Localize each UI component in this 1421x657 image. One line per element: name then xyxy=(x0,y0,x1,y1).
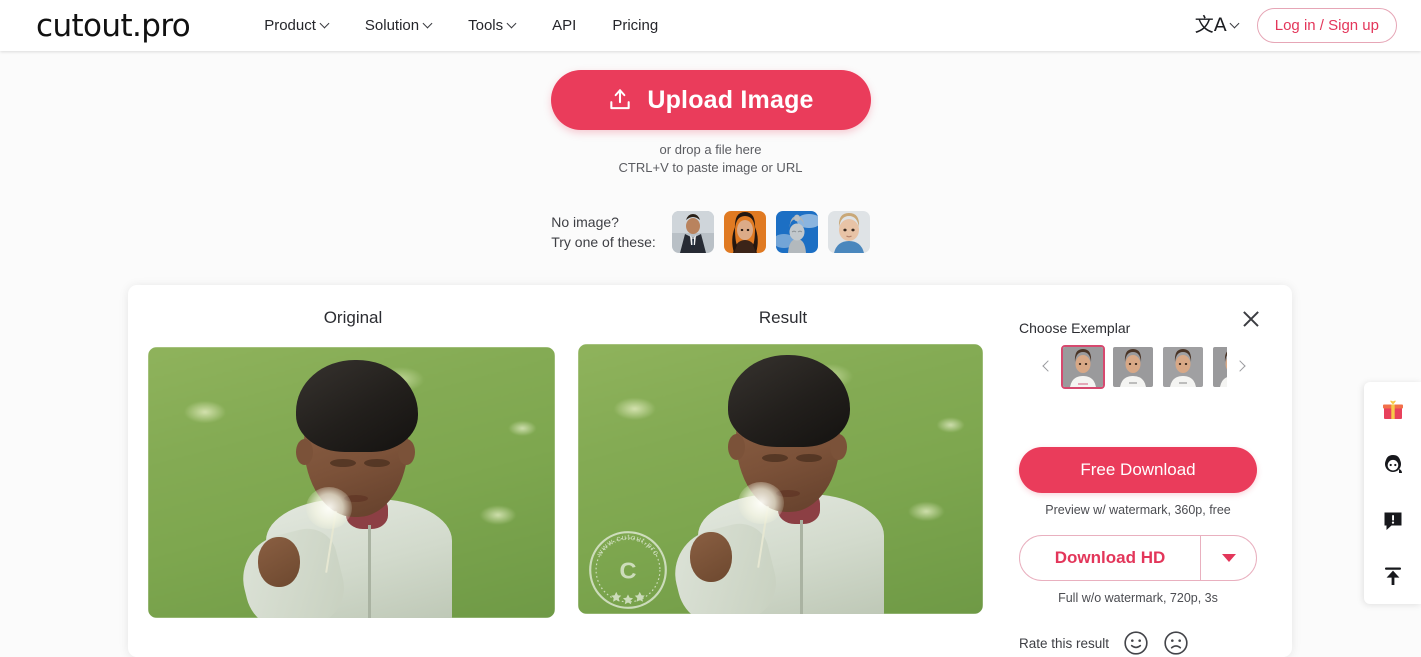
login-signup-button[interactable]: Log in / Sign up xyxy=(1256,8,1397,43)
download-hd-button[interactable]: Download HD xyxy=(1019,535,1257,581)
sample-thumb-statue-sky[interactable] xyxy=(775,211,818,253)
chevron-down-icon xyxy=(508,20,516,28)
sample-prompt-line2: Try one of these: xyxy=(551,234,656,250)
exemplar-item-1[interactable] xyxy=(1061,345,1105,389)
choose-exemplar-title: Choose Exemplar xyxy=(1019,320,1131,336)
nav-item-product[interactable]: Product xyxy=(264,17,329,34)
sample-images-section: No image? Try one of these: xyxy=(0,211,1421,253)
original-image xyxy=(148,347,555,618)
caret-down-icon xyxy=(1221,554,1236,562)
exemplar-4-image xyxy=(1213,347,1227,387)
download-hd-dropdown[interactable] xyxy=(1200,536,1256,580)
free-download-caption: Preview w/ watermark, 360p, free xyxy=(1045,503,1231,517)
nav-item-api[interactable]: API xyxy=(552,17,576,34)
nav-item-pricing[interactable]: Pricing xyxy=(612,17,658,34)
nav-label: API xyxy=(552,17,577,34)
exemplar-item-4[interactable] xyxy=(1211,345,1227,389)
sample-thumbnail-list xyxy=(671,211,870,253)
result-image: C www.cutout.pro xyxy=(578,344,983,614)
original-column-title: Original xyxy=(323,308,383,327)
sample-prompt-line1: No image? xyxy=(551,214,619,230)
result-column-title: Result xyxy=(758,308,808,327)
support-agent-icon[interactable] xyxy=(1378,450,1408,480)
nav-label: Tools xyxy=(468,17,504,34)
sample-thumb-baby[interactable] xyxy=(827,211,870,253)
scroll-to-top-icon[interactable] xyxy=(1378,561,1408,591)
drop-hint-secondary: CTRL+V to paste image or URL xyxy=(618,160,803,175)
nav-label: Solution xyxy=(364,17,420,34)
exemplar-2-image xyxy=(1113,347,1153,387)
upload-icon xyxy=(610,89,631,110)
result-card: Original Result C www.cutout.pro Choose … xyxy=(128,285,1292,657)
chevron-left-icon[interactable] xyxy=(1041,354,1055,380)
app-page: cutout.pro Product Solution Tools API Pr… xyxy=(0,0,1421,657)
sample-thumb-woman-orange[interactable] xyxy=(723,211,766,253)
sample-prompt: No image? Try one of these: xyxy=(551,212,656,252)
rate-result-row: Rate this result xyxy=(1019,630,1189,656)
watermark-mark: C xyxy=(620,557,637,583)
nav-item-solution[interactable]: Solution xyxy=(365,17,432,34)
sample-statue-sky-image xyxy=(775,211,818,253)
floating-toolbar xyxy=(1364,382,1421,604)
language-selector[interactable]: 文A xyxy=(1195,16,1239,35)
nav-item-tools[interactable]: Tools xyxy=(468,17,516,34)
exemplar-3-image xyxy=(1163,347,1203,387)
sample-man-suit-image xyxy=(671,211,714,253)
translate-icon: 文A xyxy=(1194,14,1227,36)
chevron-down-icon xyxy=(321,20,329,28)
sample-baby-image xyxy=(827,211,870,253)
chevron-right-icon[interactable] xyxy=(1233,354,1247,380)
feedback-icon[interactable] xyxy=(1378,506,1408,536)
watermark-text: www.cutout.pro xyxy=(594,533,661,559)
original-image-subject xyxy=(148,347,555,618)
free-download-button[interactable]: Free Download xyxy=(1019,447,1257,493)
exemplar-list xyxy=(1061,345,1227,389)
rate-result-label: Rate this result xyxy=(1019,635,1110,651)
upload-button-label: Upload Image xyxy=(647,85,814,114)
nav-label: Product xyxy=(264,17,316,34)
download-hd-label: Download HD xyxy=(1054,548,1166,567)
header-actions: 文A Log in / Sign up xyxy=(1195,8,1397,43)
close-icon[interactable] xyxy=(1240,308,1262,330)
chevron-down-icon xyxy=(424,20,432,28)
frowny-face-icon[interactable] xyxy=(1163,630,1189,656)
download-hd-caption: Full w/o watermark, 720p, 3s xyxy=(1058,591,1218,605)
nav-label: Pricing xyxy=(612,17,659,34)
exemplar-item-3[interactable] xyxy=(1161,345,1205,389)
smiley-face-icon[interactable] xyxy=(1123,630,1149,656)
upload-section: Upload Image or drop a file here CTRL+V … xyxy=(0,51,1421,175)
upload-image-button[interactable]: Upload Image xyxy=(550,70,871,130)
exemplar-item-2[interactable] xyxy=(1111,345,1155,389)
chevron-down-icon xyxy=(1231,20,1239,28)
main-navigation: Product Solution Tools API Pricing xyxy=(264,17,658,34)
drop-hint-primary: or drop a file here xyxy=(659,142,762,157)
exemplar-carousel xyxy=(1041,345,1247,389)
result-watermark: C www.cutout.pro xyxy=(589,531,667,609)
gift-icon[interactable] xyxy=(1378,395,1408,425)
site-logo[interactable]: cutout.pro xyxy=(36,8,191,44)
sample-woman-orange-image xyxy=(723,211,766,253)
exemplar-1-image xyxy=(1063,347,1103,387)
site-header: cutout.pro Product Solution Tools API Pr… xyxy=(0,0,1421,51)
sample-thumb-man-suit[interactable] xyxy=(671,211,714,253)
